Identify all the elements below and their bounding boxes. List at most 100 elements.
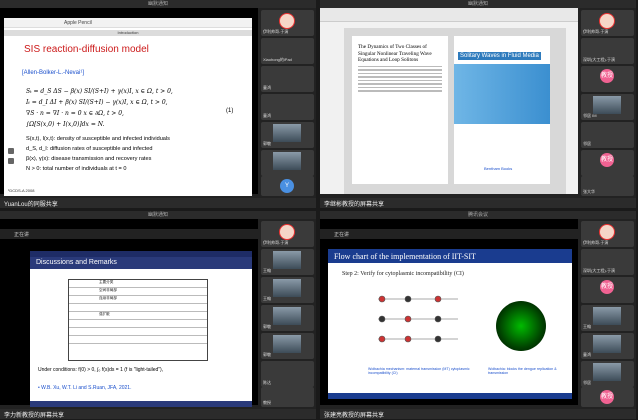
pdf-toolbar[interactable]: Apple Pencil	[4, 18, 252, 28]
camera-feed	[593, 96, 621, 114]
participant-tile[interactable]: 张大华	[581, 176, 634, 196]
panel-title: 幽默通知	[320, 0, 636, 8]
participant-tile[interactable]: 邻居 IM	[581, 94, 634, 120]
participant-list: 伊利帅哥-于演 深圳(大工程)-于演 教授 邻居 IM 邻居 教授 张大华	[579, 8, 636, 198]
participant-tile[interactable]: 深圳(大工程)-于演	[581, 249, 634, 275]
comparison-table: 主要分类 空间非局部 连续非局部 强扩散	[68, 279, 208, 361]
paper-title: The Dynamics of Two Classes of Singular …	[358, 44, 432, 63]
book-cover: Solitary Waves in Fluid Media Bentham Bo…	[454, 36, 550, 184]
paper-page: The Dynamics of Two Classes of Singular …	[352, 36, 448, 184]
participant-tile[interactable]: 郭敬	[261, 333, 314, 359]
participant-tile[interactable]: 教授	[581, 387, 634, 407]
participant-tile[interactable]: Y	[261, 176, 314, 196]
participant-tile[interactable]: 教授	[581, 66, 634, 92]
video-panel-3[interactable]: 幽默通知 正在讲 Discussions and Remarks 主要分类 空间…	[0, 211, 316, 419]
avatar: 教授	[600, 390, 614, 404]
university-logo-icon	[279, 224, 295, 240]
participant-tile[interactable]: 童鸿	[581, 333, 634, 359]
avatar: 教授	[600, 280, 614, 294]
caption: Wolbachia: blocks the dengue replication…	[488, 367, 557, 375]
shared-screen: The Dynamics of Two Classes of Singular …	[320, 8, 578, 194]
participant-tile[interactable]: 深圳(大工程)-于演	[581, 38, 634, 64]
slide: Flow chart of the implementation of IIT-…	[328, 249, 572, 399]
video-panel-1[interactable]: 幽默通知 Apple Pencil Introduction SIS react…	[0, 0, 316, 208]
share-label-bar: 李继彬教授的屏幕共享	[320, 198, 636, 208]
participant-tile[interactable]: 陈达	[261, 361, 314, 387]
participant-tile[interactable]: 教授	[581, 150, 634, 176]
participant-tile[interactable]: 伊利帅哥-于演	[261, 221, 314, 247]
speaker-bar: 正在讲	[320, 229, 578, 239]
equation-line: Iₜ = d_I ΔI + β(x) SI/(S+I) − γ(x)I, x ∈…	[26, 99, 168, 106]
camera-feed	[593, 335, 621, 353]
camera-feed	[273, 335, 301, 353]
camera-feed	[273, 152, 301, 170]
equation-number: (1)	[226, 108, 234, 114]
camera-feed	[273, 307, 301, 325]
participant-tile[interactable]: 王翰	[261, 277, 314, 303]
participant-list: 伊利帅哥-于演 深圳(大工程)-于演 教授 王翰 童鸿 邻居 教授	[579, 219, 636, 409]
participant-tile[interactable]: 王翰	[261, 249, 314, 275]
table-row: 主要分类	[69, 280, 207, 288]
participant-tile[interactable]: 邻居	[581, 361, 634, 387]
camera-feed	[273, 279, 301, 297]
table-row: 空间非局部	[69, 288, 207, 296]
more-icon[interactable]	[8, 158, 14, 164]
slide-title: Discussions and Remarks	[30, 257, 252, 269]
slide-footer	[328, 393, 572, 399]
participant-tile[interactable]: 童鸿	[261, 94, 314, 120]
slide-footer	[30, 401, 252, 407]
share-label-bar: 李力新教授的屏幕共享	[0, 409, 316, 419]
equation-line: Sₜ = d_S ΔS − β(x) SI/(S+I) + γ(x)I, x ∈…	[26, 88, 173, 95]
slide-title: SIS reaction-diffusion model	[24, 44, 149, 55]
avatar: 教授	[600, 69, 614, 83]
participant-tile[interactable]: 伊利帅哥-于演	[581, 221, 634, 247]
participant-tile[interactable]	[261, 150, 314, 176]
book-title: Solitary Waves in Fluid Media	[458, 52, 541, 60]
shared-screen: Apple Pencil Introduction SIS reaction-d…	[0, 8, 258, 196]
shared-screen: 正在讲 Flow chart of the implementation of …	[320, 219, 578, 405]
university-logo-icon	[599, 13, 615, 29]
table-row	[69, 336, 207, 344]
bullet: d_S, d_I: diffusion rates of susceptible…	[26, 146, 153, 152]
participant-tile[interactable]: Xiaohong的iPad	[261, 38, 314, 64]
participant-tile[interactable]: 邻居	[581, 122, 634, 148]
video-panel-4[interactable]: 腾讯会议 正在讲 Flow chart of the implementatio…	[320, 211, 636, 419]
table-row	[69, 328, 207, 336]
participant-list: 伊利帅哥-于演 Xiaohong的iPad 童鸿 童鸿 郭敬 Y	[259, 8, 316, 198]
table-row	[69, 304, 207, 312]
cross-diagram	[378, 295, 458, 343]
panel-title: 幽默通知	[0, 0, 316, 8]
publisher-logo: Bentham Books	[484, 166, 513, 171]
pdf-viewer[interactable]: The Dynamics of Two Classes of Singular …	[344, 28, 566, 194]
share-label-bar: YuanLou的同服共享	[0, 198, 316, 208]
panel-title: 幽默通知	[0, 211, 316, 219]
slide-step: Step 2: Verify for cytoplasmic incompati…	[342, 271, 464, 277]
cover-image	[454, 64, 550, 124]
table-row: 强扩散	[69, 312, 207, 320]
bullet: S(x,t), I(x,t): density of susceptible a…	[26, 136, 170, 142]
slide-section: Introduction	[4, 30, 252, 36]
slide: Discussions and Remarks 主要分类 空间非局部 连续非局部…	[30, 251, 252, 407]
participant-tile[interactable]: 童鸿	[261, 66, 314, 92]
avatar: 教授	[600, 153, 614, 167]
video-panel-2[interactable]: 幽默通知 The Dynamics of Two Classes of Sing…	[320, 0, 636, 208]
participant-list: 伊利帅哥-于演 王翰 王翰 郭敬 郭敬 陈达 教授	[259, 219, 316, 409]
equation-line: ∇S · n = ∇I · n = 0 x ∈ ∂Ω, t > 0,	[26, 110, 124, 117]
participant-tile[interactable]: 教授	[261, 387, 314, 407]
equation-block: Sₜ = d_S ΔS − β(x) SI/(S+I) + γ(x)I, x ∈…	[26, 86, 173, 130]
browser-toolbar[interactable]	[320, 8, 578, 22]
participant-tile[interactable]: 伊利帅哥-于演	[581, 10, 634, 36]
participant-tile[interactable]: 伊利帅哥-于演	[261, 10, 314, 36]
participant-tile[interactable]: 郭敬	[261, 122, 314, 148]
camera-feed	[273, 251, 301, 269]
participant-tile[interactable]: 教授	[581, 277, 634, 303]
participant-tile[interactable]: 王翰	[581, 305, 634, 331]
bullet: β(x), γ(x): disease transmission and rec…	[26, 156, 152, 162]
speaker-bar: 正在讲	[0, 229, 258, 239]
equation-line: ∫Ω[S(x,0) + I(x,0)]dx = N.	[26, 121, 105, 128]
participant-tile[interactable]: 郭敬	[261, 305, 314, 331]
slide: Apple Pencil Introduction SIS reaction-d…	[4, 18, 252, 196]
camera-feed	[273, 124, 301, 142]
menu-icon[interactable]	[8, 148, 14, 154]
shared-screen: 正在讲 Discussions and Remarks 主要分类 空间非局部 连…	[0, 219, 258, 407]
